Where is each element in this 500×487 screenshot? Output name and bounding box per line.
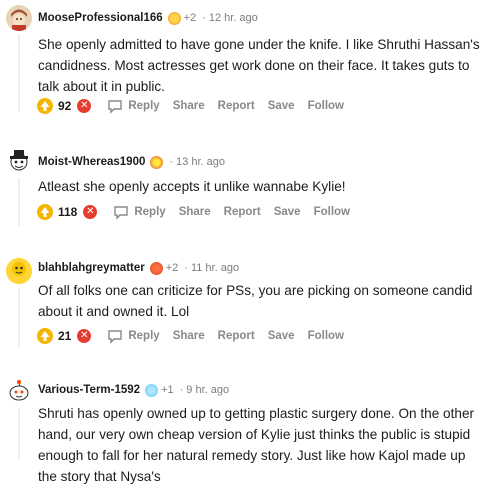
report-button[interactable]: Report (218, 100, 255, 112)
report-button[interactable]: Report (218, 330, 255, 342)
downvote-icon[interactable]: ✕ (77, 329, 92, 343)
wholesome-award-icon (149, 261, 163, 275)
follow-button[interactable]: Follow (308, 330, 344, 342)
comment-meta: Various-Term-1592 +1 · 9 hr. ago (38, 382, 229, 398)
thread-line[interactable] (18, 288, 20, 348)
username[interactable]: Moist-Whereas1900 (38, 156, 145, 168)
downvote-icon[interactable]: ✕ (77, 99, 92, 113)
comment-1: MooseProfessional166 +2 · 12 hr. ago She… (0, 0, 500, 116)
reply-button[interactable]: Reply (128, 100, 159, 112)
reply-icon[interactable] (113, 204, 129, 220)
follow-button[interactable]: Follow (314, 206, 350, 218)
comment-2: Moist-Whereas1900 · 13 hr. ago Atleast s… (0, 146, 500, 228)
comment-body: She openly admitted to have gone under t… (38, 37, 480, 94)
share-button[interactable]: Share (179, 206, 211, 218)
username[interactable]: blahblahgreymatter (38, 262, 145, 274)
vote-score: 92 (58, 99, 72, 113)
vote-score: 21 (58, 329, 72, 343)
comment-body: Atleast she openly accepts it unlike wan… (38, 179, 346, 194)
comment-body: Shruti has openly owned up to getting pl… (38, 406, 475, 484)
comment-meta: blahblahgreymatter +2 · 11 hr. ago (38, 260, 239, 276)
separator: · (179, 384, 184, 396)
comment-actions: 118 ✕ Reply Share Report Save Follow (36, 202, 363, 222)
karma-badge: +1 (161, 384, 174, 396)
reply-button[interactable]: Reply (134, 206, 165, 218)
save-button[interactable]: Save (274, 206, 301, 218)
report-button[interactable]: Report (224, 206, 261, 218)
comment-meta: MooseProfessional166 +2 · 12 hr. ago (38, 10, 258, 26)
thread-line[interactable] (18, 408, 20, 459)
follow-button[interactable]: Follow (308, 100, 344, 112)
username[interactable]: Various-Term-1592 (38, 384, 140, 396)
avatar[interactable] (6, 258, 32, 284)
share-button[interactable]: Share (173, 100, 205, 112)
comment-3: blahblahgreymatter +2 · 11 hr. ago Of al… (0, 256, 500, 352)
reply-button[interactable]: Reply (128, 330, 159, 342)
comment-actions: 92 ✕ Reply Share Report Save Follow (36, 96, 357, 116)
sun-award-icon (167, 11, 181, 25)
comment-actions: 21 ✕ Reply Share Report Save Follow (36, 326, 357, 346)
upvote-icon[interactable] (36, 327, 54, 345)
thread-line[interactable] (18, 34, 20, 112)
sparkle-award-icon (145, 383, 159, 397)
comment-4: Various-Term-1592 +1 · 9 hr. ago Shruti … (0, 376, 500, 484)
comment-body: Of all folks one can criticize for PSs, … (38, 283, 473, 319)
timestamp[interactable]: 12 hr. ago (209, 12, 258, 24)
comment-meta: Moist-Whereas1900 · 13 hr. ago (38, 154, 225, 170)
fire-award-icon (150, 155, 164, 169)
karma-badge: +2 (165, 262, 179, 274)
separator: · (184, 262, 188, 274)
avatar[interactable] (6, 378, 32, 404)
upvote-icon[interactable] (36, 97, 54, 115)
avatar[interactable] (6, 5, 32, 31)
share-button[interactable]: Share (173, 330, 205, 342)
reply-icon[interactable] (107, 328, 123, 344)
timestamp[interactable]: 11 hr. ago (191, 262, 239, 274)
karma-badge: +2 (183, 12, 197, 24)
vote-score: 118 (58, 205, 78, 219)
reply-icon[interactable] (107, 98, 123, 114)
save-button[interactable]: Save (268, 100, 295, 112)
username[interactable]: MooseProfessional166 (38, 12, 163, 24)
separator: · (202, 12, 206, 24)
timestamp[interactable]: 9 hr. ago (186, 384, 229, 396)
upvote-icon[interactable] (36, 203, 54, 221)
avatar[interactable] (6, 148, 32, 174)
downvote-icon[interactable]: ✕ (83, 205, 98, 219)
separator: · (169, 156, 174, 168)
thread-line[interactable] (18, 178, 20, 226)
timestamp[interactable]: 13 hr. ago (176, 156, 225, 168)
save-button[interactable]: Save (268, 330, 295, 342)
